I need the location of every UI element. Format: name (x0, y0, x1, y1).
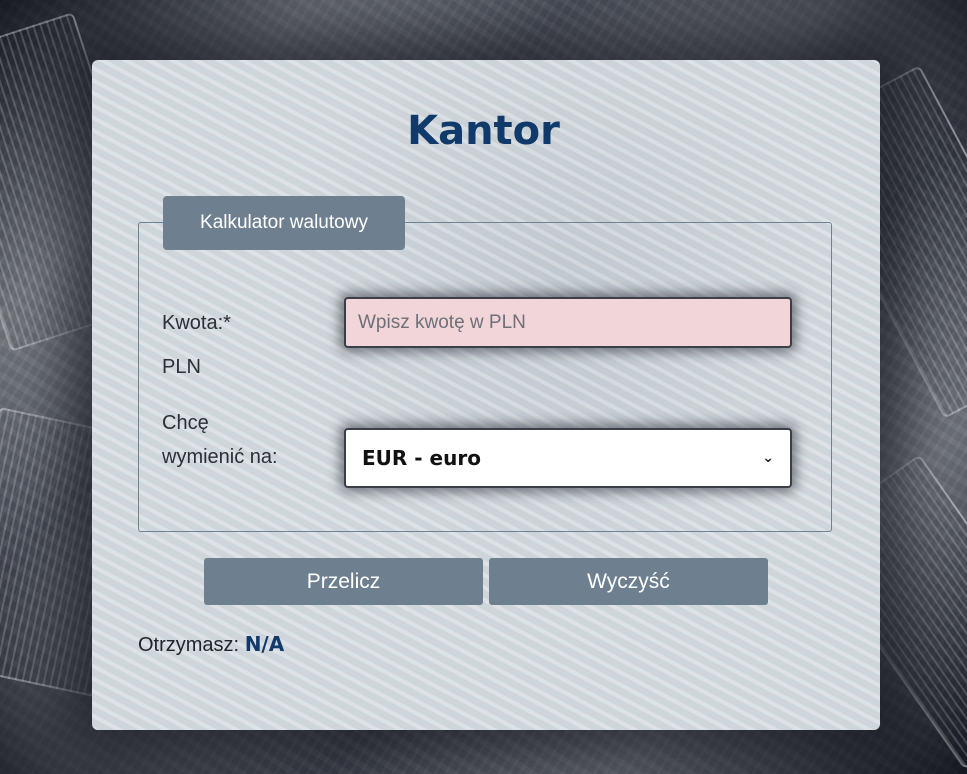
result-line: Otrzymasz: N/A (138, 632, 284, 657)
currency-label-line1: Chcę (162, 412, 209, 434)
amount-label: Kwota:* (162, 312, 231, 334)
page-title: Kantor (407, 108, 560, 154)
result-label: Otrzymasz: (138, 634, 240, 656)
convert-button[interactable]: Przelicz (204, 558, 483, 605)
currency-label-line2: wymienić na: (162, 446, 278, 468)
currency-select[interactable]: EUR - euro ⌄ (344, 428, 792, 488)
result-value: N/A (244, 632, 285, 656)
clear-button[interactable]: Wyczyść (489, 558, 768, 605)
calculator-legend: Kalkulator walutowy (163, 196, 405, 250)
currency-selected-value: EUR - euro (362, 446, 481, 470)
chevron-down-icon: ⌄ (762, 450, 774, 466)
amount-unit-label: PLN (162, 356, 201, 378)
amount-input[interactable] (344, 297, 792, 348)
